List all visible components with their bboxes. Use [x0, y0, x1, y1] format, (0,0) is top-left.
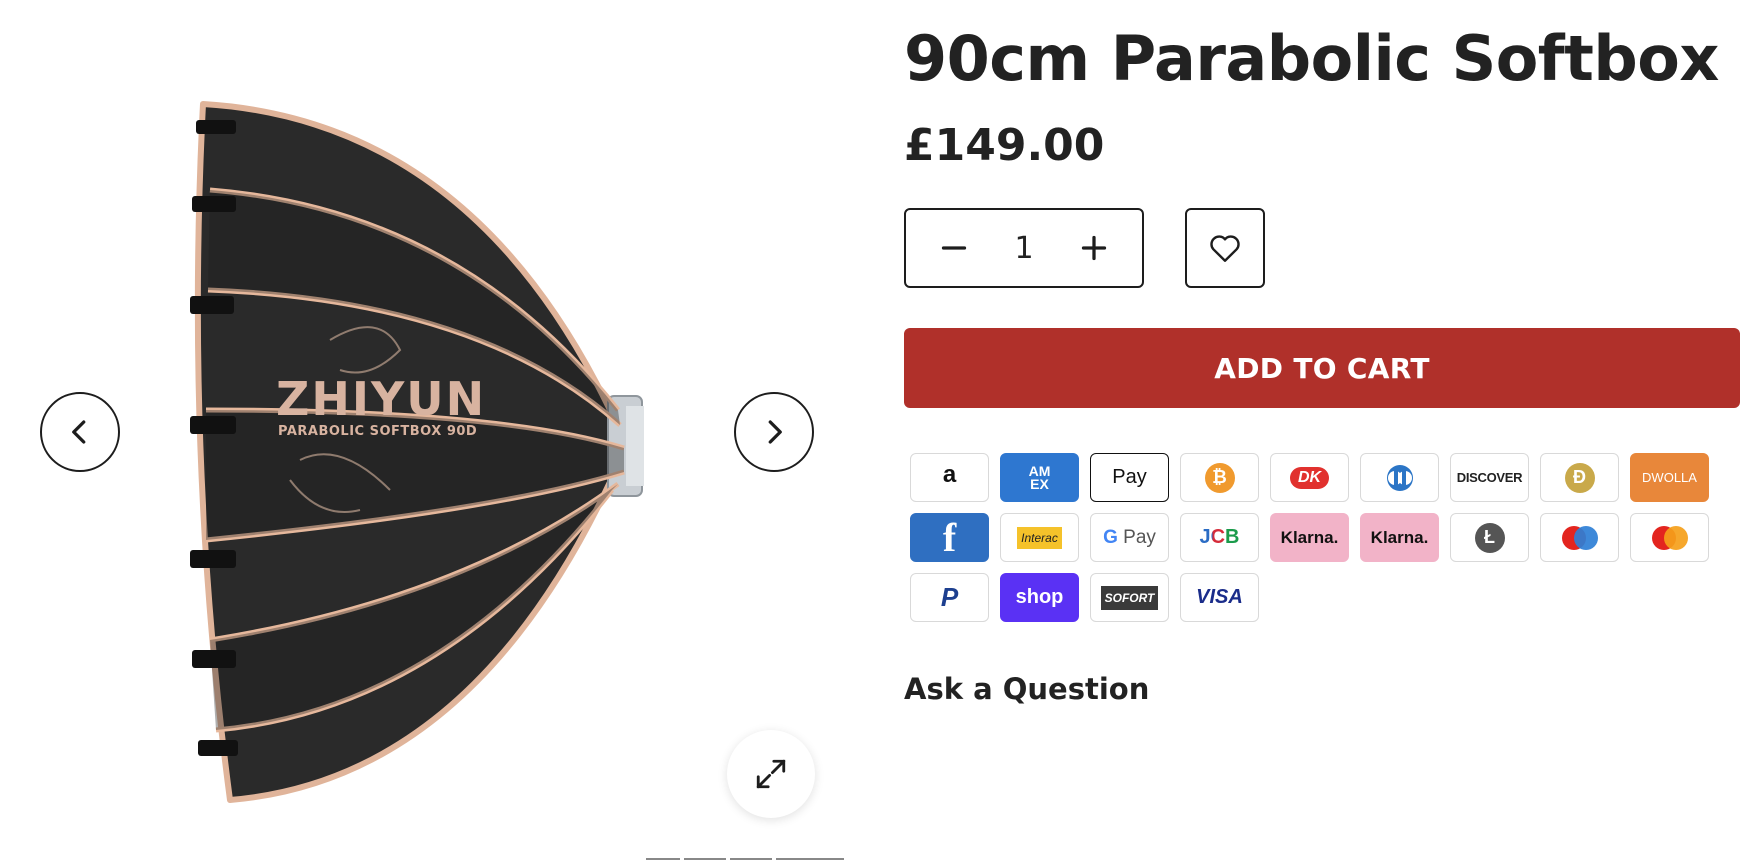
klarna-icon: Klarna. — [1360, 513, 1439, 562]
american-express-icon: AM EX — [1000, 453, 1079, 502]
google-pay-icon: G Pay — [1090, 513, 1169, 562]
dankort-icon: DK — [1270, 453, 1349, 502]
zoom-image-button[interactable] — [727, 730, 815, 818]
shop-pay-icon: shop — [1000, 573, 1079, 622]
maestro-icon — [1540, 513, 1619, 562]
add-to-wishlist-button[interactable] — [1185, 208, 1265, 288]
increase-quantity-button[interactable] — [1076, 230, 1112, 266]
diners-club-icon — [1360, 453, 1439, 502]
quantity-stepper — [904, 208, 1144, 288]
interac-icon: Interac — [1000, 513, 1079, 562]
forbrugsforeningen-icon: f — [910, 513, 989, 562]
next-image-button[interactable] — [734, 392, 814, 472]
product-brand-text: ZHIYUN — [276, 372, 487, 426]
visa-icon: VISA — [1180, 573, 1259, 622]
dwolla-icon: DWOLLA — [1630, 453, 1709, 502]
bitcoin-icon: ₿ — [1180, 453, 1259, 502]
heart-icon — [1210, 235, 1240, 262]
product-image — [190, 101, 644, 803]
chevron-left-icon — [72, 420, 86, 444]
minus-icon — [941, 246, 967, 250]
jcb-icon: JCB — [1180, 513, 1259, 562]
quantity-input[interactable] — [994, 230, 1054, 266]
decrease-quantity-button[interactable] — [936, 230, 972, 266]
ask-a-question-link[interactable]: Ask a Question — [904, 672, 1149, 706]
klarna-icon: Klarna. — [1270, 513, 1349, 562]
product-price: £149.00 — [904, 120, 1105, 171]
discover-icon: DISCOVER — [1450, 453, 1529, 502]
expand-icon — [756, 759, 786, 789]
litecoin-icon: Ł — [1450, 513, 1529, 562]
dogecoin-icon: Ð — [1540, 453, 1619, 502]
product-model-text: PARABOLIC SOFTBOX 90D — [278, 424, 478, 439]
sofort-icon: SOFORT — [1090, 573, 1169, 622]
product-gallery: ZHIYUN PARABOLIC SOFTBOX 90D — [0, 0, 880, 860]
mastercard-icon — [1630, 513, 1709, 562]
payment-methods: a AM EX Pay ₿ DK DISCOVER Ð DWOLLA f Int… — [910, 453, 1730, 633]
product-title: 90cm Parabolic Softbox — [904, 22, 1719, 95]
apple-pay-icon: Pay — [1090, 453, 1169, 502]
plus-icon — [1081, 235, 1107, 261]
previous-image-button[interactable] — [40, 392, 120, 472]
amazon-pay-icon: a — [910, 453, 989, 502]
paypal-icon: P — [910, 573, 989, 622]
chevron-right-icon — [768, 420, 782, 444]
add-to-cart-button[interactable]: ADD TO CART — [904, 328, 1740, 408]
